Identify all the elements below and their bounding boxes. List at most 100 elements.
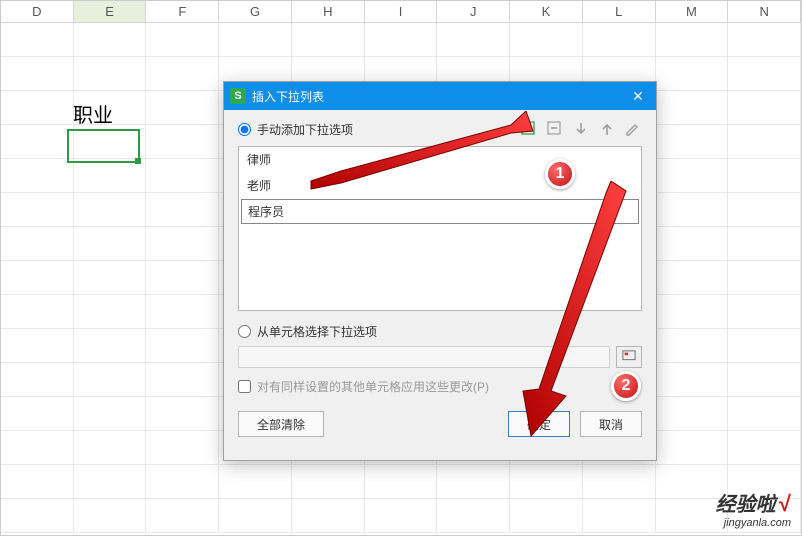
move-down-button[interactable] [572, 120, 590, 138]
column-header[interactable]: E [74, 1, 147, 22]
grid-cell[interactable] [292, 465, 365, 498]
list-item[interactable]: 律师 [239, 147, 641, 173]
grid-cell[interactable] [74, 57, 147, 90]
grid-cell[interactable] [510, 499, 583, 532]
edit-item-button[interactable] [624, 120, 642, 138]
grid-cell[interactable] [1, 159, 74, 192]
grid-cell[interactable] [146, 23, 219, 56]
grid-cell[interactable] [728, 397, 801, 430]
grid-cell[interactable] [74, 159, 147, 192]
grid-cell[interactable] [74, 329, 147, 362]
grid-cell[interactable] [146, 193, 219, 226]
grid-cell[interactable] [1, 193, 74, 226]
grid-cell[interactable] [219, 465, 292, 498]
grid-cell[interactable] [510, 23, 583, 56]
grid-cell[interactable] [1, 499, 74, 532]
grid-cell[interactable] [656, 295, 729, 328]
grid-cell[interactable] [74, 23, 147, 56]
manual-add-radio[interactable]: 手动添加下拉选项 [238, 121, 520, 138]
grid-cell[interactable] [437, 23, 510, 56]
grid-cell[interactable] [656, 329, 729, 362]
grid-cell[interactable] [74, 125, 147, 158]
grid-cell[interactable] [219, 499, 292, 532]
grid-cell[interactable] [583, 23, 656, 56]
grid-cell[interactable] [728, 23, 801, 56]
grid-cell[interactable] [583, 465, 656, 498]
clear-all-button[interactable]: 全部清除 [238, 411, 324, 437]
grid-cell[interactable] [656, 125, 729, 158]
list-item[interactable]: 程序员 [241, 199, 639, 224]
grid-cell[interactable] [74, 465, 147, 498]
grid-cell[interactable] [656, 363, 729, 396]
grid-cell[interactable] [1, 397, 74, 430]
grid-cell[interactable] [656, 23, 729, 56]
grid-cell[interactable] [1, 227, 74, 260]
items-listbox[interactable]: 律师老师程序员 [238, 146, 642, 311]
grid-cell[interactable] [437, 465, 510, 498]
delete-item-button[interactable] [546, 120, 564, 138]
grid-cell[interactable] [656, 431, 729, 464]
column-header[interactable]: M [656, 1, 729, 22]
grid-cell[interactable] [1, 57, 74, 90]
grid-cell[interactable] [146, 431, 219, 464]
from-cells-radio-input[interactable] [238, 325, 251, 338]
grid-cell[interactable] [219, 23, 292, 56]
manual-radio-input[interactable] [238, 123, 251, 136]
grid-cell[interactable] [1, 465, 74, 498]
grid-cell[interactable] [728, 193, 801, 226]
grid-cell[interactable] [1, 23, 74, 56]
add-item-button[interactable] [520, 120, 538, 138]
column-header[interactable]: N [728, 1, 801, 22]
grid-cell[interactable] [74, 431, 147, 464]
grid-cell[interactable] [728, 125, 801, 158]
grid-cell[interactable] [728, 431, 801, 464]
apply-same-checkbox[interactable] [238, 380, 251, 393]
list-item[interactable]: 老师 [239, 173, 641, 199]
grid-cell[interactable] [656, 261, 729, 294]
grid-cell[interactable] [146, 261, 219, 294]
close-button[interactable]: ✕ [626, 86, 650, 106]
grid-cell[interactable] [728, 57, 801, 90]
grid-cell[interactable] [656, 397, 729, 430]
grid-cell[interactable] [728, 261, 801, 294]
grid-cell[interactable] [728, 91, 801, 124]
grid-cell[interactable] [146, 295, 219, 328]
grid-cell[interactable] [656, 57, 729, 90]
grid-cell[interactable] [146, 57, 219, 90]
grid-cell[interactable] [146, 91, 219, 124]
grid-cell[interactable] [292, 23, 365, 56]
grid-cell[interactable] [74, 363, 147, 396]
dialog-titlebar[interactable]: S 插入下拉列表 ✕ [224, 82, 656, 110]
grid-cell[interactable] [292, 499, 365, 532]
grid-cell[interactable] [146, 159, 219, 192]
column-header[interactable]: L [583, 1, 656, 22]
grid-cell[interactable] [1, 91, 74, 124]
grid-cell[interactable] [728, 227, 801, 260]
grid-cell[interactable] [728, 159, 801, 192]
grid-cell[interactable] [146, 499, 219, 532]
column-header[interactable]: J [437, 1, 510, 22]
grid-cell[interactable] [74, 261, 147, 294]
grid-cell[interactable] [146, 363, 219, 396]
grid-cell[interactable] [146, 125, 219, 158]
grid-cell[interactable] [1, 125, 74, 158]
grid-cell[interactable] [1, 363, 74, 396]
grid-cell[interactable] [437, 499, 510, 532]
grid-cell[interactable] [656, 227, 729, 260]
grid-cell[interactable] [728, 363, 801, 396]
grid-cell[interactable] [365, 465, 438, 498]
grid-cell[interactable] [1, 295, 74, 328]
grid-cell[interactable] [583, 499, 656, 532]
grid-cell[interactable] [74, 397, 147, 430]
grid-cell[interactable] [510, 465, 583, 498]
column-header[interactable]: K [510, 1, 583, 22]
grid-cell[interactable] [146, 465, 219, 498]
column-header[interactable]: G [219, 1, 292, 22]
column-header[interactable]: D [1, 1, 74, 22]
grid-cell[interactable] [656, 91, 729, 124]
grid-cell[interactable] [1, 261, 74, 294]
grid-cell[interactable] [146, 329, 219, 362]
grid-cell[interactable] [365, 23, 438, 56]
grid-cell[interactable] [728, 295, 801, 328]
range-picker-button[interactable] [616, 346, 642, 368]
